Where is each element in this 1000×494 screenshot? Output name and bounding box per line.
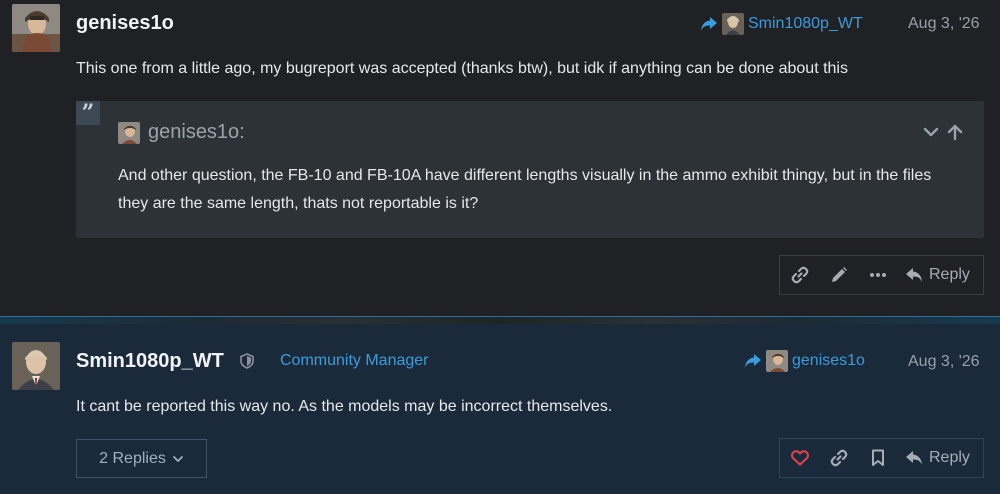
link-button[interactable]: [819, 439, 858, 477]
reply-label: Reply: [929, 449, 970, 466]
like-button[interactable]: [780, 439, 819, 477]
quote-icon: ”: [76, 101, 100, 125]
link-icon: [791, 266, 809, 284]
user-title[interactable]: Community Manager: [280, 352, 429, 370]
quote-text: And other question, the FB-10 and FB-10A…: [118, 167, 932, 212]
post-actions: Reply: [779, 255, 984, 295]
reply-to-avatar: [722, 13, 744, 35]
avatar[interactable]: [12, 4, 60, 52]
reply-icon: [905, 450, 923, 466]
reply-to-username: Smin1080p_WT: [748, 15, 863, 32]
post-1: genises1o Smin1080p_WT Aug 3, '26 This o…: [0, 0, 1000, 316]
quote-author-avatar: [118, 121, 140, 144]
avatar[interactable]: [12, 342, 60, 390]
post-date[interactable]: Aug 3, '26: [908, 353, 980, 371]
reply-to-link[interactable]: genises1o: [744, 350, 865, 372]
post-actions: Reply: [779, 438, 984, 478]
reply-icon: [905, 267, 923, 283]
ellipsis-icon: [869, 272, 887, 278]
reply-to-username: genises1o: [792, 352, 865, 369]
link-icon: [830, 449, 848, 467]
post-body: This one from a little ago, my bugreport…: [76, 60, 848, 77]
reply-button[interactable]: Reply: [897, 256, 982, 294]
bookmark-icon: [871, 449, 885, 467]
more-button[interactable]: [858, 256, 897, 294]
reply-label: Reply: [929, 266, 970, 283]
edit-button[interactable]: [819, 256, 858, 294]
post-date[interactable]: Aug 3, '26: [908, 15, 980, 33]
bookmark-button[interactable]: [858, 439, 897, 477]
pencil-icon: [830, 266, 848, 284]
link-button[interactable]: [780, 256, 819, 294]
replies-toggle-button[interactable]: 2 Replies: [76, 439, 207, 478]
quote-controls: [922, 123, 964, 141]
chevron-down-icon[interactable]: [922, 123, 940, 141]
reply-arrow-icon: [700, 16, 718, 32]
reply-arrow-icon: [744, 353, 762, 369]
shield-icon: [240, 353, 254, 369]
quote-block: ” genises1o: And other question, the FB-…: [76, 101, 984, 238]
reply-to-avatar: [766, 350, 788, 372]
replies-label: 2 Replies: [99, 449, 166, 467]
reply-to-link[interactable]: Smin1080p_WT: [700, 13, 863, 35]
arrow-up-icon[interactable]: [946, 123, 964, 141]
reply-button[interactable]: Reply: [897, 439, 982, 477]
post-divider: [0, 316, 1000, 324]
quote-author[interactable]: genises1o:: [118, 121, 245, 144]
post-body: It cant be reported this way no. As the …: [76, 398, 613, 415]
post-username[interactable]: genises1o: [76, 12, 174, 35]
chevron-down-icon: [172, 453, 184, 465]
post-username[interactable]: Smin1080p_WT: [76, 350, 224, 373]
quote-author-name: genises1o:: [148, 121, 245, 143]
heart-icon: [790, 450, 809, 466]
